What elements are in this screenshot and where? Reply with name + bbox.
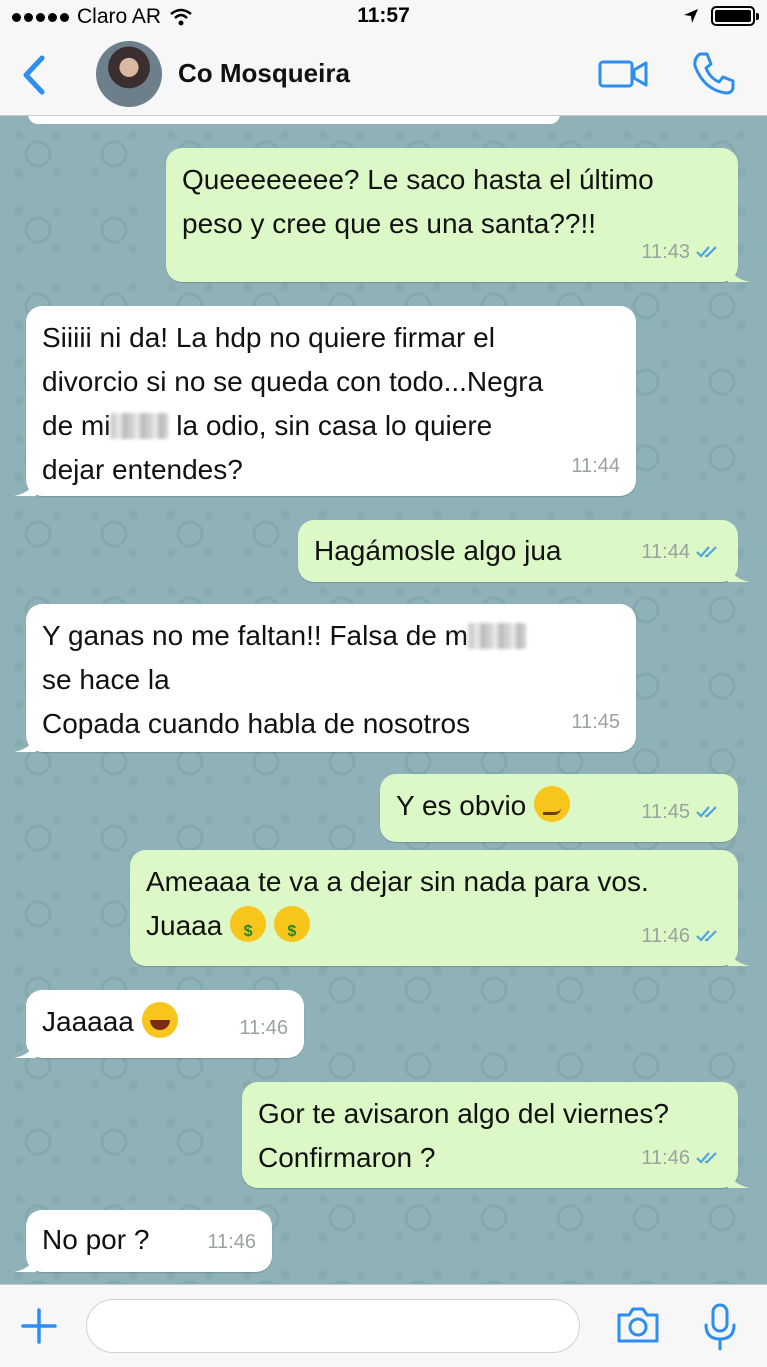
bubble-tail bbox=[728, 946, 750, 966]
bubble-tail bbox=[14, 1252, 36, 1272]
message-bubble-incoming[interactable]: Siiiii ni da! La hdp no quiere firmar el… bbox=[14, 306, 636, 496]
message-text: Y ganas no me faltan!! Falsa de m se hac… bbox=[42, 614, 620, 746]
message-time: 11:43 bbox=[641, 241, 690, 263]
status-bar: Claro AR 11:57 bbox=[0, 0, 767, 34]
message-bubble-incoming[interactable]: Jaaaaa 11:46 bbox=[14, 990, 304, 1058]
message-bubble-incoming[interactable]: Y ganas no me faltan!! Falsa de m se hac… bbox=[14, 604, 636, 752]
microphone-icon[interactable] bbox=[702, 1303, 738, 1351]
tears-of-joy-emoji bbox=[141, 1002, 178, 1038]
status-time: 11:57 bbox=[357, 4, 410, 27]
message-bubble-outgoing[interactable]: Gor te avisaron algo del viernes? Confir… bbox=[242, 1082, 750, 1188]
censored-word bbox=[467, 623, 526, 649]
chevron-left-icon[interactable] bbox=[14, 52, 54, 98]
read-receipt-icon bbox=[696, 806, 717, 818]
censored-word bbox=[110, 413, 169, 439]
phone-icon[interactable] bbox=[690, 50, 736, 96]
message-bubble-outgoing[interactable]: Y es obvio 11:45 bbox=[380, 774, 738, 842]
smirking-face-emoji bbox=[534, 786, 571, 822]
message-time: 11:44 bbox=[571, 455, 620, 477]
message-line: Y ganas no me faltan!! Falsa de m bbox=[42, 620, 468, 651]
money-mouth-face-emoji bbox=[273, 906, 310, 954]
message-bubble-incoming[interactable]: No por ? 11:46 bbox=[14, 1210, 272, 1272]
avatar[interactable] bbox=[96, 41, 162, 107]
bubble-tail bbox=[728, 562, 750, 582]
camera-icon[interactable] bbox=[615, 1305, 661, 1345]
message-time: 11:46 bbox=[641, 925, 690, 947]
read-receipt-icon bbox=[696, 1152, 717, 1164]
chat-header: Co Mosqueira bbox=[0, 34, 767, 116]
message-meta: 11:44 bbox=[571, 444, 620, 488]
message-meta: 11:45 bbox=[641, 790, 722, 834]
message-meta: 11:46 bbox=[239, 1006, 288, 1050]
message-meta: 11:45 bbox=[571, 700, 620, 744]
message-line: Ameaaa te va a dejar sin nada para vos. bbox=[146, 866, 649, 897]
status-right bbox=[683, 6, 759, 26]
message-line: Siiiii ni da! La hdp no quiere firmar el bbox=[42, 322, 495, 353]
read-receipt-icon bbox=[696, 246, 717, 258]
message-input-bar bbox=[0, 1284, 767, 1367]
message-time: 11:46 bbox=[641, 1147, 690, 1169]
message-bubble-outgoing[interactable]: Queeeeeeee? Le saco hasta el último peso… bbox=[166, 148, 750, 282]
plus-icon[interactable] bbox=[20, 1307, 58, 1345]
message-line: Copada cuando habla de nosotros bbox=[42, 708, 471, 739]
message-line: de mi bbox=[42, 410, 111, 441]
bubble-tail bbox=[728, 1168, 750, 1188]
chat-area[interactable]: Queeeeeeee? Le saco hasta el último peso… bbox=[0, 116, 767, 1284]
message-line: peso y cree que es una santa??!! bbox=[182, 208, 597, 239]
message-line: dejar entendes? bbox=[42, 454, 243, 485]
video-camera-icon[interactable] bbox=[598, 56, 650, 92]
message-meta: 11:44 bbox=[641, 530, 722, 574]
battery-icon bbox=[711, 6, 759, 26]
message-time: 11:46 bbox=[239, 1017, 288, 1039]
message-meta: 11:46 bbox=[641, 914, 722, 958]
message-line: la odio, sin casa lo quiere bbox=[176, 410, 493, 441]
message-line: Gor te avisaron algo del viernes? bbox=[258, 1098, 669, 1129]
message-text: Ameaaa te va a dejar sin nada para vos. … bbox=[146, 860, 722, 954]
message-line: Queeeeeeee? Le saco hasta el último bbox=[182, 164, 654, 195]
message-time: 11:45 bbox=[641, 801, 690, 823]
message-input[interactable] bbox=[86, 1299, 580, 1353]
bubble-tail bbox=[14, 476, 36, 496]
message-line: divorcio si no se queda con todo...Negra bbox=[42, 366, 544, 397]
message-time: 11:46 bbox=[207, 1231, 256, 1253]
message-bubble-outgoing[interactable]: Ameaaa te va a dejar sin nada para vos. … bbox=[130, 850, 750, 966]
previous-message-bubble bbox=[28, 116, 560, 124]
location-arrow-icon bbox=[684, 9, 698, 23]
bubble-tail bbox=[728, 262, 750, 282]
message-time: 11:45 bbox=[571, 711, 620, 733]
contact-name[interactable]: Co Mosqueira bbox=[178, 58, 350, 89]
read-receipt-icon bbox=[696, 930, 717, 942]
message-line: Jaaaaa bbox=[42, 1006, 134, 1037]
message-meta: 11:43 bbox=[641, 230, 722, 274]
bubble-tail bbox=[14, 732, 36, 752]
message-meta: 11:46 bbox=[207, 1220, 256, 1264]
bubble-tail bbox=[14, 1038, 36, 1058]
message-text: Siiiii ni da! La hdp no quiere firmar el… bbox=[42, 316, 620, 492]
message-line: Juaaa bbox=[146, 910, 223, 941]
message-time: 11:44 bbox=[641, 541, 690, 563]
message-bubble-outgoing[interactable]: Hagámosle algo jua 11:44 bbox=[298, 520, 750, 582]
message-line: se hace la bbox=[42, 664, 170, 695]
message-line: Confirmaron ? bbox=[258, 1142, 436, 1173]
message-meta: 11:46 bbox=[641, 1136, 722, 1180]
message-line: Y es obvio bbox=[396, 790, 527, 821]
money-mouth-face-emoji bbox=[230, 906, 267, 954]
read-receipt-icon bbox=[696, 546, 717, 558]
